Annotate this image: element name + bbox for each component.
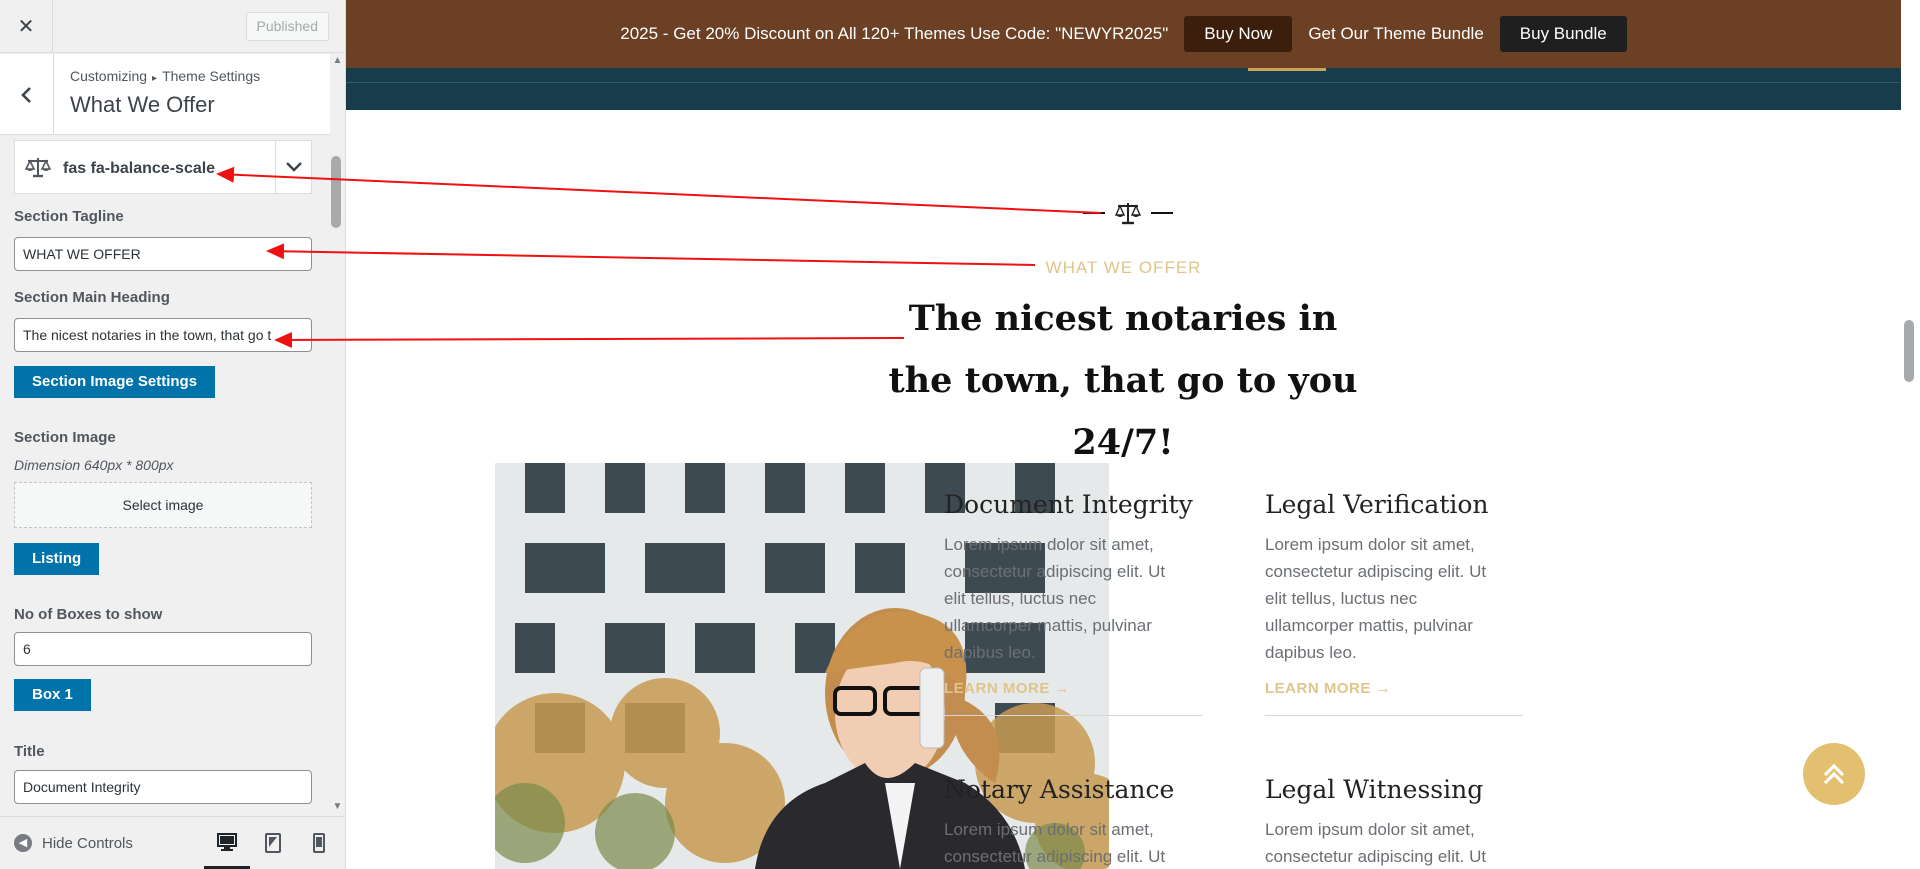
customizer-footer: ◀ Hide Controls: [0, 816, 345, 869]
scroll-up-icon[interactable]: ▲: [330, 54, 345, 68]
buy-bundle-button[interactable]: Buy Bundle: [1499, 16, 1627, 52]
section-tagline-input[interactable]: WHAT WE OFFER: [14, 237, 312, 271]
section-heading-input[interactable]: The nicest notaries in the town, that go…: [14, 318, 312, 352]
hide-controls-label: Hide Controls: [42, 834, 133, 852]
site-preview: 2025 - Get 20% Discount on All 120+ Them…: [346, 0, 1920, 869]
service-divider: [944, 715, 1202, 716]
service-title: Document Integrity: [944, 490, 1193, 519]
section-tagline-label: Section Tagline: [14, 208, 124, 225]
scroll-down-icon[interactable]: ▼: [330, 800, 345, 814]
balance-scale-icon: [25, 158, 51, 178]
service-title: Legal Witnessing: [1265, 775, 1484, 804]
breadcrumb-root: Customizing: [70, 68, 148, 84]
service-card-1: Document Integrity Lorem ipsum dolor sit…: [944, 490, 1202, 716]
header-accent-bar: [1248, 68, 1326, 71]
service-description: Lorem ipsum dolor sit amet, consectetur …: [1265, 820, 1487, 866]
mobile-preview-icon[interactable]: [296, 817, 342, 869]
site-header-band: [346, 68, 1901, 110]
hide-controls-button[interactable]: ◀ Hide Controls: [14, 834, 133, 852]
service-title: Legal Verification: [1265, 490, 1489, 519]
service-description: Lorem ipsum dolor sit amet, consectetur …: [1265, 535, 1487, 662]
buy-now-button[interactable]: Buy Now: [1184, 16, 1293, 52]
close-icon[interactable]: ✕: [0, 0, 53, 53]
header-divider: [346, 82, 1901, 83]
service-description: Lorem ipsum dolor sit amet, consectetur …: [944, 820, 1166, 866]
service-description: Lorem ipsum dolor sit amet, consectetur …: [944, 535, 1166, 662]
listing-button[interactable]: Listing: [14, 543, 100, 575]
title-input[interactable]: Document Integrity: [14, 770, 312, 804]
service-card-4: Legal Witnessing Lorem ipsum dolor sit a…: [1265, 775, 1523, 869]
learn-more-link[interactable]: LEARN MORE →: [944, 680, 1202, 697]
section-heading-label: Section Main Heading: [14, 289, 170, 306]
chevron-down-icon[interactable]: [275, 141, 311, 193]
select-image-button[interactable]: Select image: [14, 482, 312, 528]
panel-header: Customizing ▸ Theme Settings What We Offer: [0, 54, 330, 135]
preview-scroll-thumb[interactable]: [1904, 320, 1914, 382]
tablet-preview-icon[interactable]: [250, 817, 296, 869]
service-divider: [1265, 715, 1523, 716]
section-heading: The nicest notaries in the town, that go…: [888, 298, 1358, 463]
panel-controls: fas fa-balance-scale Section Tagline WHA…: [0, 136, 330, 816]
published-button[interactable]: Published: [245, 12, 329, 41]
arrow-left-circle-icon: ◀: [14, 834, 32, 852]
boxes-count-label: No of Boxes to show: [14, 606, 163, 623]
customizer-sidebar: ✕ Published Customizing ▸ Theme Settings W…: [0, 0, 346, 869]
icon-picker[interactable]: fas fa-balance-scale: [14, 140, 312, 194]
section-tagline: WHAT WE OFFER: [1045, 258, 1202, 277]
promo-bar: 2025 - Get 20% Discount on All 120+ Them…: [346, 0, 1901, 68]
scroll-to-top-button[interactable]: [1803, 743, 1865, 805]
title-label: Title: [14, 743, 45, 760]
section-image-settings-button[interactable]: Section Image Settings: [14, 366, 216, 398]
promo-text: 2025 - Get 20% Discount on All 120+ Them…: [620, 24, 1169, 43]
service-card-3: Notary Assistance Lorem ipsum dolor sit …: [944, 775, 1202, 869]
customizer-top-bar: ✕ Published: [0, 0, 345, 53]
service-title: Notary Assistance: [944, 775, 1175, 804]
breadcrumb-section: Theme Settings: [162, 68, 261, 84]
box-1-button[interactable]: Box 1: [14, 679, 91, 711]
breadcrumb: Customizing ▸ Theme Settings: [70, 68, 260, 84]
back-arrow-icon[interactable]: [0, 54, 54, 135]
section-image-dimension: Dimension 640px * 800px: [14, 457, 174, 473]
service-card-2: Legal Verification Lorem ipsum dolor sit…: [1265, 490, 1523, 716]
double-chevron-up-icon: [1823, 763, 1845, 785]
balance-scale-icon: [1083, 203, 1173, 225]
boxes-count-input[interactable]: 6: [14, 632, 312, 666]
section-image-label: Section Image: [14, 429, 116, 446]
sidebar-scroll-thumb[interactable]: [331, 156, 341, 228]
breadcrumb-separator-icon: ▸: [152, 73, 158, 84]
learn-more-link[interactable]: LEARN MORE →: [1265, 680, 1523, 697]
desktop-preview-icon[interactable]: [204, 817, 250, 869]
icon-picker-value: fas fa-balance-scale: [63, 160, 216, 177]
bundle-text: Get Our Theme Bundle: [1308, 24, 1484, 43]
panel-title: What We Offer: [70, 92, 215, 117]
